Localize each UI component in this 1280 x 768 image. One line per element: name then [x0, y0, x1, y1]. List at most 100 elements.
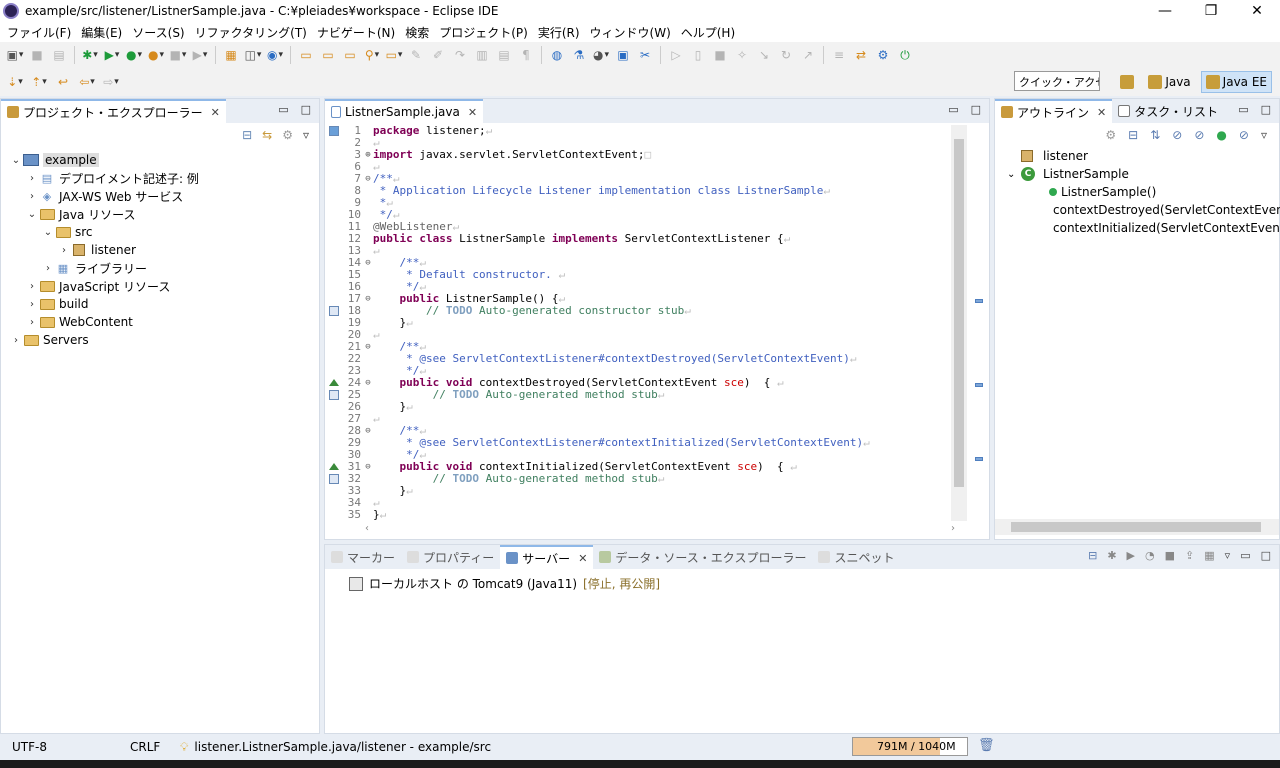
horizontal-scrollbar[interactable]: ‹ ›: [365, 521, 955, 535]
close-tab-icon[interactable]: ✕: [1097, 106, 1106, 119]
terminate-icon[interactable]: ■: [711, 46, 729, 64]
fold-toggle-icon[interactable]: ⊖: [363, 461, 373, 473]
code-line[interactable]: 19 }↵: [325, 317, 957, 329]
chevron-right-icon[interactable]: ›: [41, 263, 55, 274]
gutter[interactable]: [325, 401, 343, 413]
power-icon[interactable]: ⏻: [896, 46, 914, 64]
hide-fields-icon[interactable]: ⊘: [1172, 128, 1182, 142]
stop-server-icon[interactable]: ■: [1165, 549, 1175, 562]
gutter[interactable]: [325, 365, 343, 377]
drop-to-frame-icon[interactable]: ⇄: [852, 46, 870, 64]
code-line[interactable]: 1 package listener;↵: [325, 125, 957, 137]
code-text[interactable]: }↵: [373, 509, 386, 521]
code-line[interactable]: 34 ↵: [325, 497, 957, 509]
code-line[interactable]: 35}↵: [325, 509, 957, 521]
maximize-panel-icon[interactable]: □: [1261, 103, 1271, 116]
chevron-right-icon[interactable]: ›: [25, 191, 39, 202]
block-selection-icon[interactable]: ▥: [473, 46, 491, 64]
tree-item[interactable]: › ◈ JAX-WS Web サービス: [5, 187, 319, 205]
open-folder-icon[interactable]: ▭: [319, 46, 337, 64]
gutter[interactable]: [325, 125, 343, 137]
save-icon[interactable]: ■: [28, 46, 46, 64]
trash-icon[interactable]: 🗑︎: [978, 738, 995, 753]
gutter[interactable]: [325, 161, 343, 173]
tab-outline[interactable]: アウトライン ✕: [995, 99, 1113, 123]
menu-search[interactable]: 検索: [400, 24, 434, 41]
step-into-icon[interactable]: ↘: [755, 46, 773, 64]
hide-non-public-icon[interactable]: ●: [1216, 128, 1226, 142]
chevron-down-icon[interactable]: ⌄: [41, 227, 55, 238]
menu-file[interactable]: ファイル(F): [2, 24, 76, 41]
gutter[interactable]: [325, 509, 343, 521]
code-line[interactable]: 8 * Application Lifecycle Listener imple…: [325, 185, 957, 197]
quick-access-input[interactable]: クイック・アクセス: [1014, 71, 1100, 91]
outline-item[interactable]: ⌄ C ListnerSample: [1007, 165, 1279, 183]
chevron-right-icon[interactable]: ›: [25, 299, 39, 310]
sort-icon[interactable]: ⇅: [1150, 128, 1160, 142]
code-text[interactable]: // TODO Auto-generated constructor stub↵: [373, 305, 691, 317]
tab-listnersample-java[interactable]: ListnerSample.java ✕: [325, 99, 484, 123]
new-java-project-icon[interactable]: ▦: [222, 46, 240, 64]
chevron-right-icon[interactable]: ›: [25, 317, 39, 328]
code-line[interactable]: 33 }↵: [325, 485, 957, 497]
pin-icon[interactable]: ✂: [636, 46, 654, 64]
search-icon[interactable]: ⚲: [363, 46, 381, 64]
chevron-down-icon[interactable]: ⌄: [9, 155, 23, 166]
word-wrap-icon[interactable]: ▤: [495, 46, 513, 64]
disconnect-icon[interactable]: ▦: [1204, 549, 1214, 562]
code-line[interactable]: 12 public class ListnerSample implements …: [325, 233, 957, 245]
server-row[interactable]: ローカルホスト の Tomcat9 (Java11) [停止, 再公開]: [325, 569, 1279, 592]
tab-data-source-explorer[interactable]: データ・ソース・エクスプローラー: [593, 545, 812, 569]
overview-task-marker[interactable]: [975, 299, 983, 303]
collapse-all-icon[interactable]: ⊟: [1128, 128, 1138, 142]
filter-icon[interactable]: ⚙: [282, 128, 293, 142]
tab-project-explorer[interactable]: プロジェクト・エクスプローラー ✕: [1, 99, 226, 123]
chevron-down-icon[interactable]: ⌄: [1007, 169, 1021, 180]
test-icon[interactable]: ⚗: [570, 46, 588, 64]
horizontal-scrollbar[interactable]: [995, 519, 1279, 535]
next-edit-icon[interactable]: ⇣: [6, 73, 24, 91]
step-return-icon[interactable]: ↗: [799, 46, 817, 64]
gutter[interactable]: [325, 269, 343, 281]
minimize-panel-icon[interactable]: ▭: [1238, 103, 1248, 116]
code-text[interactable]: // TODO Auto-generated method stub↵: [373, 473, 665, 485]
outline-item[interactable]: contextDestroyed(ServletContextEvent) :: [1007, 201, 1280, 219]
fold-toggle-icon[interactable]: ⊖: [363, 257, 373, 269]
gutter[interactable]: [325, 209, 343, 221]
tab-properties[interactable]: プロパティー: [401, 545, 500, 569]
gutter[interactable]: [325, 437, 343, 449]
maximize-panel-icon[interactable]: □: [301, 103, 311, 116]
overview-task-marker[interactable]: [975, 383, 983, 387]
minimize-panel-icon[interactable]: ▭: [1240, 549, 1250, 562]
code-text[interactable]: * Application Lifecycle Listener impleme…: [373, 185, 830, 197]
menu-navigate[interactable]: ナビゲート(N): [312, 24, 400, 41]
gutter[interactable]: [325, 377, 343, 389]
view-menu-icon[interactable]: ▿: [303, 128, 309, 142]
maximize-button[interactable]: ❐: [1188, 0, 1234, 22]
save-all-icon[interactable]: ▤: [50, 46, 68, 64]
code-text[interactable]: package listener;↵: [373, 125, 492, 137]
open-perspective-button[interactable]: [1116, 71, 1138, 93]
previous-edit-icon[interactable]: ⇡: [30, 73, 48, 91]
gutter[interactable]: [325, 305, 343, 317]
gutter[interactable]: [325, 173, 343, 185]
gutter[interactable]: [325, 341, 343, 353]
resume-icon[interactable]: ▷: [667, 46, 685, 64]
settings-gear-icon[interactable]: ⚙: [874, 46, 892, 64]
globe-icon[interactable]: ◍: [548, 46, 566, 64]
menu-run[interactable]: 実行(R): [533, 24, 585, 41]
fold-toggle-icon[interactable]: ⊕: [363, 149, 373, 161]
fold-toggle-icon[interactable]: ⊖: [363, 293, 373, 305]
profile-server-icon[interactable]: ◔: [1145, 549, 1155, 562]
focus-icon[interactable]: ⚙: [1105, 128, 1116, 142]
gutter[interactable]: [325, 449, 343, 461]
fold-toggle-icon[interactable]: ⊖: [363, 425, 373, 437]
minimize-panel-icon[interactable]: ▭: [948, 103, 958, 116]
overview-task-marker[interactable]: [975, 457, 983, 461]
code-line[interactable]: 32 // TODO Auto-generated method stub↵: [325, 473, 957, 485]
code-text[interactable]: import javax.servlet.ServletContextEvent…: [373, 149, 651, 161]
gutter[interactable]: [325, 257, 343, 269]
debug-icon[interactable]: ✱: [81, 46, 99, 64]
chevron-right-icon[interactable]: ›: [9, 335, 23, 346]
gutter[interactable]: [325, 185, 343, 197]
